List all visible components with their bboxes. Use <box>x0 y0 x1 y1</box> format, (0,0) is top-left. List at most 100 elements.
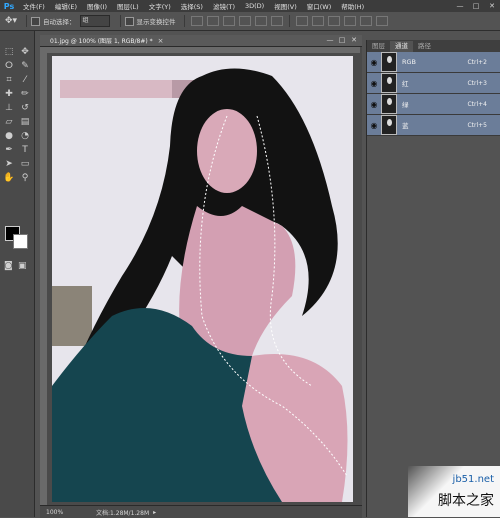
crop-tool-icon[interactable]: ⌗ <box>1 73 17 87</box>
align-bottom-icon[interactable] <box>222 16 235 26</box>
history-brush-icon[interactable]: ↺ <box>17 101 33 115</box>
divider <box>288 15 290 27</box>
channel-row-blue[interactable]: ◉ 蓝 Ctrl+5 <box>367 115 500 136</box>
eyedropper-tool-icon[interactable]: ⁄ <box>17 73 33 87</box>
divider <box>183 15 185 27</box>
channel-thumbnail <box>381 73 397 93</box>
channels-panel: 图层 通道 路径 ◉ RGB Ctrl+2 ◉ 红 Ctrl+3 ◉ 绿 Ctr… <box>366 40 500 517</box>
panel-tabs: 图层 通道 路径 <box>367 40 500 52</box>
restore-document-button[interactable]: □ <box>336 35 348 46</box>
dodge-tool-icon[interactable]: ◔ <box>17 129 33 143</box>
minimize-button[interactable]: — <box>452 0 468 12</box>
brush-tool-icon[interactable]: ✏ <box>17 87 33 101</box>
status-bar: 100% 文档:1.28M/1.28M ▸ <box>40 505 362 518</box>
zoom-tool-icon[interactable]: ⚲ <box>17 171 33 185</box>
channel-name: 绿 <box>402 101 409 109</box>
channel-row-red[interactable]: ◉ 红 Ctrl+3 <box>367 73 500 94</box>
channel-shortcut: Ctrl+5 <box>467 121 487 129</box>
close-document-button[interactable]: ✕ <box>348 35 360 46</box>
site-watermark: jb51.net 脚本之家 <box>408 466 500 517</box>
align-top-icon[interactable] <box>190 16 203 26</box>
auto-select-checkbox[interactable] <box>31 16 40 26</box>
channel-thumbnail <box>381 115 397 135</box>
auto-select-dropdown[interactable]: 组 <box>79 15 110 27</box>
background-color-swatch[interactable] <box>13 234 28 249</box>
menu-file[interactable]: 文件(F) <box>18 1 50 11</box>
align-left-icon[interactable] <box>238 16 251 26</box>
lasso-tool-icon[interactable]: ⵔ <box>1 59 17 73</box>
move-tool-icon[interactable]: ✥ <box>17 45 33 59</box>
screen-mode-icon[interactable]: ▣ <box>18 259 27 273</box>
distribute-left-icon[interactable] <box>343 16 356 26</box>
maximize-button[interactable]: □ <box>468 0 484 12</box>
pen-tool-icon[interactable]: ✒ <box>1 143 17 157</box>
auto-select-label: 自动选择： <box>43 18 76 26</box>
distribute-hcenter-icon[interactable] <box>359 16 372 26</box>
show-transform-checkbox[interactable] <box>124 16 134 26</box>
document-window: 01.jpg @ 100% (图层 1, RGB/8#) * × — □ ✕ 1… <box>40 35 362 518</box>
divider <box>119 15 121 27</box>
channel-name: 红 <box>402 80 409 88</box>
visibility-eye-icon[interactable]: ◉ <box>367 121 381 130</box>
channel-thumbnail <box>381 94 397 114</box>
visibility-eye-icon[interactable]: ◉ <box>367 58 381 67</box>
menu-help[interactable]: 帮助(H) <box>336 1 369 11</box>
quick-mask-icon[interactable]: ◙ <box>4 259 13 273</box>
photoshop-logo: Ps <box>3 1 15 11</box>
show-transform-label: 显示变换控件 <box>136 18 176 26</box>
menu-image[interactable]: 图像(I) <box>82 1 112 11</box>
distribute-top-icon[interactable] <box>295 16 308 26</box>
marquee-tool-icon[interactable]: ⬚ <box>1 45 17 59</box>
type-tool-icon[interactable]: T <box>17 143 33 157</box>
menu-filter[interactable]: 滤镜(T) <box>208 1 240 11</box>
channel-shortcut: Ctrl+4 <box>467 100 487 108</box>
watermark-name: 脚本之家 <box>438 493 494 509</box>
tab-channels[interactable]: 通道 <box>390 41 413 52</box>
quick-select-tool-icon[interactable]: ✎ <box>17 59 33 73</box>
channel-shortcut: Ctrl+2 <box>467 58 487 66</box>
visibility-eye-icon[interactable]: ◉ <box>367 100 381 109</box>
document-tab[interactable]: 01.jpg @ 100% (图层 1, RGB/8#) * × — □ ✕ <box>40 35 362 47</box>
tab-paths[interactable]: 路径 <box>413 41 436 52</box>
menu-3d[interactable]: 3D(D) <box>240 2 269 10</box>
menu-type[interactable]: 文字(Y) <box>144 1 176 11</box>
photo-artwork <box>52 56 353 502</box>
eraser-tool-icon[interactable]: ▱ <box>1 115 17 129</box>
distribute-bottom-icon[interactable] <box>327 16 340 26</box>
channel-row-rgb[interactable]: ◉ RGB Ctrl+2 <box>367 52 500 73</box>
window-controls: — □ ✕ <box>452 0 500 12</box>
hand-tool-icon[interactable]: ✋ <box>1 171 17 185</box>
close-button[interactable]: ✕ <box>484 0 500 12</box>
menu-bar: Ps 文件(F) 编辑(E) 图像(I) 图层(L) 文字(Y) 选择(S) 滤… <box>0 0 500 12</box>
status-arrow-icon[interactable]: ▸ <box>149 509 156 516</box>
zoom-level[interactable]: 100% <box>40 509 82 516</box>
menu-edit[interactable]: 编辑(E) <box>50 1 82 11</box>
close-tab-icon[interactable]: × <box>158 37 164 45</box>
menu-select[interactable]: 选择(S) <box>176 1 208 11</box>
align-vcenter-icon[interactable] <box>206 16 219 26</box>
channel-thumbnail <box>381 52 397 72</box>
channel-shortcut: Ctrl+3 <box>467 79 487 87</box>
distribute-vcenter-icon[interactable] <box>311 16 324 26</box>
divider <box>26 15 27 27</box>
gradient-tool-icon[interactable]: ▤ <box>17 115 33 129</box>
blur-tool-icon[interactable]: ● <box>1 129 17 143</box>
healing-brush-icon[interactable]: ✚ <box>1 87 17 101</box>
minimize-document-button[interactable]: — <box>324 35 336 46</box>
menu-window[interactable]: 窗口(W) <box>302 1 337 11</box>
menu-view[interactable]: 视图(V) <box>269 1 302 11</box>
distribute-right-icon[interactable] <box>375 16 388 26</box>
align-right-icon[interactable] <box>270 16 283 26</box>
channel-name: 蓝 <box>402 122 409 130</box>
shape-tool-icon[interactable]: ▭ <box>17 157 33 171</box>
tools-panel: ⬚ ✥ ⵔ ✎ ⌗ ⁄ ✚ ✏ ⊥ ↺ ▱ ▤ ● ◔ ✒ T ➤ ▭ ✋ ⚲ … <box>0 31 35 517</box>
image-canvas[interactable] <box>52 56 353 502</box>
visibility-eye-icon[interactable]: ◉ <box>367 79 381 88</box>
clone-stamp-icon[interactable]: ⊥ <box>1 101 17 115</box>
tab-layers[interactable]: 图层 <box>367 41 390 52</box>
path-select-icon[interactable]: ➤ <box>1 157 17 171</box>
move-tool-icon[interactable]: ✥▾ <box>0 16 22 26</box>
menu-layer[interactable]: 图层(L) <box>112 1 144 11</box>
align-hcenter-icon[interactable] <box>254 16 267 26</box>
channel-row-green[interactable]: ◉ 绿 Ctrl+4 <box>367 94 500 115</box>
